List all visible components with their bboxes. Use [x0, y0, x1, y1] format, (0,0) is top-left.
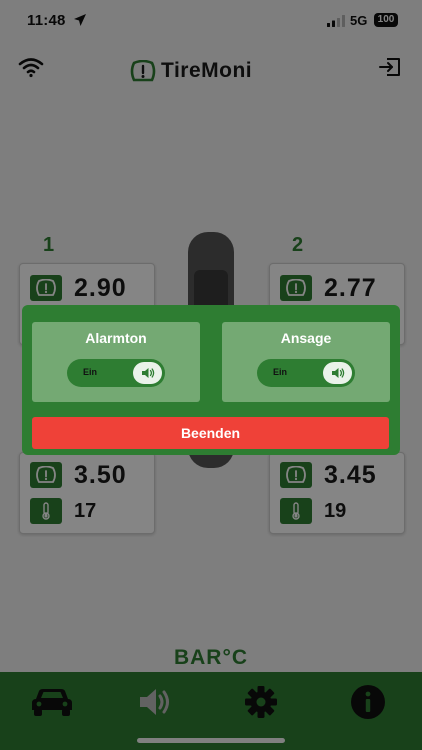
alarm-tone-option: Alarmton Ein	[32, 322, 200, 402]
alarm-tone-title: Alarmton	[85, 330, 147, 346]
speaker-icon	[331, 368, 344, 378]
toggle-knob[interactable]	[323, 362, 352, 384]
announcement-title: Ansage	[280, 330, 332, 346]
announcement-option: Ansage Ein	[222, 322, 390, 402]
alarm-tone-state: Ein	[83, 367, 98, 377]
announcement-state: Ein	[273, 367, 288, 377]
announcement-toggle[interactable]: Ein	[257, 359, 355, 387]
alarm-tone-toggle[interactable]: Ein	[67, 359, 165, 387]
speaker-icon	[141, 368, 154, 378]
alarm-settings-dialog: Alarmton Ein Ansage Ein Beenden	[22, 305, 400, 455]
end-button[interactable]: Beenden	[32, 417, 389, 449]
toggle-knob[interactable]	[133, 362, 162, 384]
